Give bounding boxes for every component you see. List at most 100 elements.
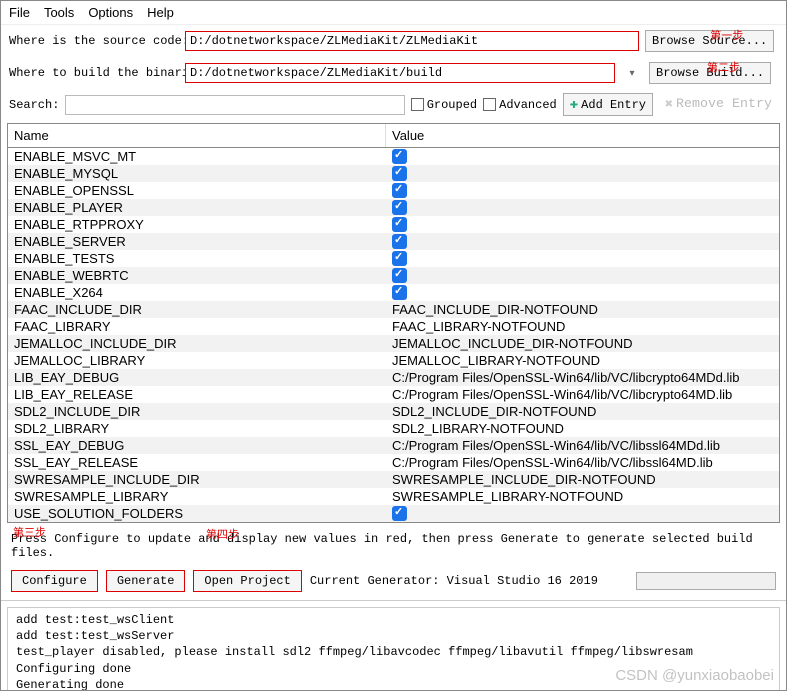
table-row[interactable]: JEMALLOC_INCLUDE_DIRJEMALLOC_INCLUDE_DIR… [8, 335, 779, 352]
hint-text: 第三步 第四步 Press Configure to update and di… [1, 526, 786, 566]
cell-value[interactable]: C:/Program Files/OpenSSL-Win64/lib/VC/li… [386, 369, 779, 386]
cell-value[interactable]: SDL2_LIBRARY-NOTFOUND [386, 420, 779, 437]
table-row[interactable]: FAAC_INCLUDE_DIRFAAC_INCLUDE_DIR-NOTFOUN… [8, 301, 779, 318]
search-input[interactable] [65, 95, 404, 115]
cell-name: JEMALLOC_INCLUDE_DIR [8, 335, 386, 352]
table-row[interactable]: ENABLE_TESTS [8, 250, 779, 267]
table-row[interactable]: SSL_EAY_RELEASEC:/Program Files/OpenSSL-… [8, 454, 779, 471]
table-row[interactable]: ENABLE_RTPPROXY [8, 216, 779, 233]
cell-value[interactable] [386, 148, 779, 165]
add-entry-button[interactable]: ✚Add Entry [563, 93, 653, 116]
cell-value[interactable] [386, 199, 779, 216]
advanced-checkbox[interactable]: Advanced [483, 98, 557, 112]
cell-name: ENABLE_SERVER [8, 233, 386, 250]
table-row[interactable]: SDL2_INCLUDE_DIRSDL2_INCLUDE_DIR-NOTFOUN… [8, 403, 779, 420]
grid-header: Name Value [8, 124, 779, 148]
open-project-button[interactable]: Open Project [193, 570, 301, 592]
cell-value[interactable] [386, 284, 779, 301]
cell-value[interactable]: C:/Program Files/OpenSSL-Win64/lib/VC/li… [386, 386, 779, 403]
cell-name: ENABLE_MYSQL [8, 165, 386, 182]
browse-build-button[interactable]: 第二步 Browse Build... [649, 62, 771, 84]
table-row[interactable]: ENABLE_PLAYER [8, 199, 779, 216]
menu-file[interactable]: File [9, 5, 30, 20]
cell-value[interactable]: JEMALLOC_LIBRARY-NOTFOUND [386, 352, 779, 369]
cell-value[interactable]: FAAC_LIBRARY-NOTFOUND [386, 318, 779, 335]
cell-value[interactable]: C:/Program Files/OpenSSL-Win64/lib/VC/li… [386, 437, 779, 454]
cell-name: ENABLE_RTPPROXY [8, 216, 386, 233]
check-icon[interactable] [392, 506, 407, 521]
check-icon[interactable] [392, 149, 407, 164]
cell-name: ENABLE_X264 [8, 284, 386, 301]
table-row[interactable]: FAAC_LIBRARYFAAC_LIBRARY-NOTFOUND [8, 318, 779, 335]
cell-value[interactable] [386, 233, 779, 250]
action-row: Configure Generate Open Project Current … [1, 566, 786, 601]
cell-value[interactable] [386, 250, 779, 267]
cell-name: SDL2_LIBRARY [8, 420, 386, 437]
options-grid: Name Value ENABLE_MSVC_MTENABLE_MYSQLENA… [7, 123, 780, 523]
source-label: Where is the source code: [9, 34, 179, 48]
menu-tools[interactable]: Tools [44, 5, 74, 20]
cell-value[interactable] [386, 267, 779, 284]
log-output[interactable]: add test:test_wsClient add test:test_wsS… [7, 607, 780, 691]
build-input[interactable] [185, 63, 615, 83]
table-row[interactable]: ENABLE_X264 [8, 284, 779, 301]
cell-value[interactable] [386, 505, 779, 522]
check-icon[interactable] [392, 268, 407, 283]
cell-value[interactable]: C:/Program Files/OpenSSL-Win64/lib/VC/li… [386, 454, 779, 471]
table-row[interactable]: LIB_EAY_DEBUGC:/Program Files/OpenSSL-Wi… [8, 369, 779, 386]
cell-name: ENABLE_OPENSSL [8, 182, 386, 199]
cell-name: ENABLE_TESTS [8, 250, 386, 267]
table-row[interactable]: ENABLE_WEBRTC [8, 267, 779, 284]
cell-value[interactable] [386, 165, 779, 182]
grouped-checkbox[interactable]: Grouped [411, 98, 477, 112]
table-row[interactable]: JEMALLOC_LIBRARYJEMALLOC_LIBRARY-NOTFOUN… [8, 352, 779, 369]
table-row[interactable]: SDL2_LIBRARYSDL2_LIBRARY-NOTFOUND [8, 420, 779, 437]
source-row: Where is the source code: 第一步 Browse Sou… [1, 25, 786, 57]
cell-value[interactable]: SWRESAMPLE_LIBRARY-NOTFOUND [386, 488, 779, 505]
check-icon[interactable] [392, 234, 407, 249]
cell-value[interactable]: JEMALLOC_INCLUDE_DIR-NOTFOUND [386, 335, 779, 352]
build-label: Where to build the binaries: [9, 66, 179, 80]
menu-help[interactable]: Help [147, 5, 174, 20]
cell-name: SSL_EAY_DEBUG [8, 437, 386, 454]
table-row[interactable]: ENABLE_OPENSSL [8, 182, 779, 199]
cell-value[interactable]: SWRESAMPLE_INCLUDE_DIR-NOTFOUND [386, 471, 779, 488]
source-input[interactable] [185, 31, 639, 51]
chevron-down-icon[interactable]: ▾ [621, 68, 643, 79]
table-row[interactable]: ENABLE_SERVER [8, 233, 779, 250]
check-icon[interactable] [392, 183, 407, 198]
cell-value[interactable] [386, 182, 779, 199]
table-row[interactable]: USE_SOLUTION_FOLDERS [8, 505, 779, 522]
cell-name: SSL_EAY_RELEASE [8, 454, 386, 471]
column-value[interactable]: Value [386, 124, 779, 147]
table-row[interactable]: SSL_EAY_DEBUGC:/Program Files/OpenSSL-Wi… [8, 437, 779, 454]
generator-text: Current Generator: Visual Studio 16 2019 [310, 574, 598, 588]
cell-name: LIB_EAY_DEBUG [8, 369, 386, 386]
cell-value[interactable] [386, 216, 779, 233]
check-icon[interactable] [392, 285, 407, 300]
remove-entry-button: ✖Remove Entry [659, 95, 778, 115]
build-row: Where to build the binaries: ▾ 第二步 Brows… [1, 57, 786, 89]
menu-options[interactable]: Options [88, 5, 133, 20]
column-name[interactable]: Name [8, 124, 386, 147]
table-row[interactable]: SWRESAMPLE_LIBRARYSWRESAMPLE_LIBRARY-NOT… [8, 488, 779, 505]
table-row[interactable]: ENABLE_MSVC_MT [8, 148, 779, 165]
cell-name: USE_SOLUTION_FOLDERS [8, 505, 386, 522]
browse-source-button[interactable]: 第一步 Browse Source... [645, 30, 774, 52]
check-icon[interactable] [392, 166, 407, 181]
cell-name: FAAC_INCLUDE_DIR [8, 301, 386, 318]
check-icon[interactable] [392, 200, 407, 215]
check-icon[interactable] [392, 217, 407, 232]
cell-value[interactable]: FAAC_INCLUDE_DIR-NOTFOUND [386, 301, 779, 318]
generate-button[interactable]: Generate [106, 570, 186, 592]
cell-value[interactable]: SDL2_INCLUDE_DIR-NOTFOUND [386, 403, 779, 420]
grid-body: ENABLE_MSVC_MTENABLE_MYSQLENABLE_OPENSSL… [8, 148, 779, 522]
configure-button[interactable]: Configure [11, 570, 98, 592]
menubar: File Tools Options Help [1, 1, 786, 25]
annotation-step3: 第三步 [13, 524, 46, 540]
search-label: Search: [9, 98, 59, 112]
table-row[interactable]: ENABLE_MYSQL [8, 165, 779, 182]
table-row[interactable]: LIB_EAY_RELEASEC:/Program Files/OpenSSL-… [8, 386, 779, 403]
table-row[interactable]: SWRESAMPLE_INCLUDE_DIRSWRESAMPLE_INCLUDE… [8, 471, 779, 488]
check-icon[interactable] [392, 251, 407, 266]
